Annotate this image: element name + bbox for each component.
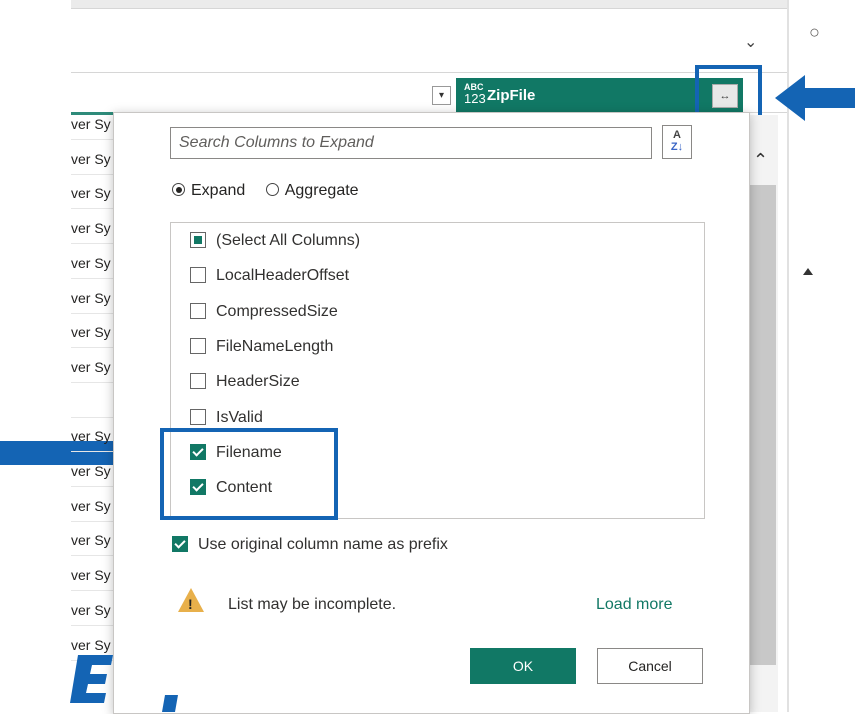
table-row[interactable]: ver Sy <box>71 324 113 340</box>
table-row[interactable]: ver Sy <box>71 637 113 653</box>
column-checkbox-item[interactable]: LocalHeaderOffset <box>190 264 349 288</box>
table-row[interactable]: ver Sy <box>71 532 113 548</box>
prefix-checkbox-row[interactable]: Use original column name as prefix <box>172 536 448 554</box>
type-icon-123: 123 <box>464 91 486 106</box>
table-row[interactable]: ver Sy <box>71 185 113 201</box>
column-label: FileNameLength <box>216 338 334 355</box>
row-separator <box>71 521 113 522</box>
partial-logo-icon <box>70 655 178 712</box>
row-separator <box>71 139 113 140</box>
expand-radio-label: Expand <box>191 182 246 199</box>
highlight-box-selected-columns <box>160 428 338 520</box>
checkbox[interactable] <box>190 303 206 319</box>
column-title: ZipFile <box>487 87 536 104</box>
sort-az-icon-a: A <box>673 129 681 141</box>
arrow-left-icon <box>775 75 855 121</box>
row-separator <box>71 590 113 591</box>
column-checkbox-item[interactable]: HeaderSize <box>190 370 300 394</box>
row-separator <box>71 313 113 314</box>
any-type-icon[interactable]: ABC 123 <box>464 82 486 105</box>
radio-unselected-icon <box>265 183 279 196</box>
column-label: HeaderSize <box>216 373 300 390</box>
column-label: IsValid <box>216 409 263 426</box>
row-separator <box>71 208 113 209</box>
table-row[interactable]: ver Sy <box>71 151 113 167</box>
aggregate-radio[interactable]: Aggregate <box>265 182 359 199</box>
column-label: (Select All Columns) <box>216 232 361 249</box>
sort-az-button[interactable]: A Z↓ <box>662 125 692 159</box>
aggregate-radio-label: Aggregate <box>284 182 359 199</box>
row-separator <box>71 347 113 348</box>
filter-dropdown-button[interactable]: ▾ <box>432 86 451 105</box>
column-label: CompressedSize <box>216 303 338 320</box>
row-separator <box>71 555 113 556</box>
table-row[interactable]: ver Sy <box>71 602 113 618</box>
row-separator <box>71 451 113 452</box>
sort-az-icon-z: Z↓ <box>670 141 684 153</box>
column-checkbox-item[interactable]: (Select All Columns) <box>190 229 360 253</box>
window-top-strip <box>71 0 787 9</box>
checkbox[interactable] <box>190 267 206 283</box>
column-checkbox-item[interactable]: IsValid <box>190 406 263 430</box>
table-row[interactable]: ver Sy <box>71 498 113 514</box>
formula-bar[interactable] <box>71 22 787 73</box>
prefix-checkbox[interactable] <box>172 536 188 552</box>
checkbox[interactable] <box>190 373 206 389</box>
row-separator <box>71 625 113 626</box>
table-row[interactable]: ver Sy <box>71 290 113 306</box>
table-row[interactable]: ver Sy <box>71 428 113 444</box>
row-separator <box>71 486 113 487</box>
warning-mark: ! <box>188 596 193 612</box>
row-separator <box>71 382 113 383</box>
collapse-triangle-icon[interactable] <box>803 268 813 275</box>
row-separator <box>71 243 113 244</box>
expand-radio[interactable]: Expand <box>172 182 245 199</box>
table-row[interactable]: ver Sy <box>71 116 113 132</box>
ok-button[interactable]: OK <box>470 648 576 684</box>
scroll-up-icon[interactable]: ⌃ <box>753 150 768 171</box>
search-icon[interactable]: ○ <box>809 22 820 43</box>
warning-text: List may be incomplete. <box>228 596 397 613</box>
mode-radio-group: Expand Aggregate <box>172 182 359 200</box>
column-checkbox-item[interactable]: FileNameLength <box>190 335 333 359</box>
checkbox[interactable] <box>190 409 206 425</box>
column-label: LocalHeaderOffset <box>216 267 350 284</box>
table-row[interactable]: ver Sy <box>71 220 113 236</box>
cancel-button[interactable]: Cancel <box>597 648 703 684</box>
column-checkbox-item[interactable]: CompressedSize <box>190 300 338 324</box>
radio-selected-icon <box>172 183 185 196</box>
checkbox[interactable] <box>190 232 206 248</box>
row-separator <box>71 174 113 175</box>
checkbox[interactable] <box>190 338 206 354</box>
chevron-down-icon[interactable]: ⌄ <box>744 32 757 52</box>
row-separator <box>71 278 113 279</box>
table-row[interactable]: ver Sy <box>71 359 113 375</box>
table-row[interactable]: ver Sy <box>71 463 113 479</box>
table-row[interactable]: ver Sy <box>71 255 113 271</box>
table-row[interactable]: ver Sy <box>71 567 113 583</box>
search-columns-input[interactable] <box>170 127 652 159</box>
scroll-thumb[interactable] <box>750 185 776 665</box>
row-separator <box>71 417 113 418</box>
load-more-link[interactable]: Load more <box>596 596 673 614</box>
prefix-label: Use original column name as prefix <box>198 536 448 553</box>
